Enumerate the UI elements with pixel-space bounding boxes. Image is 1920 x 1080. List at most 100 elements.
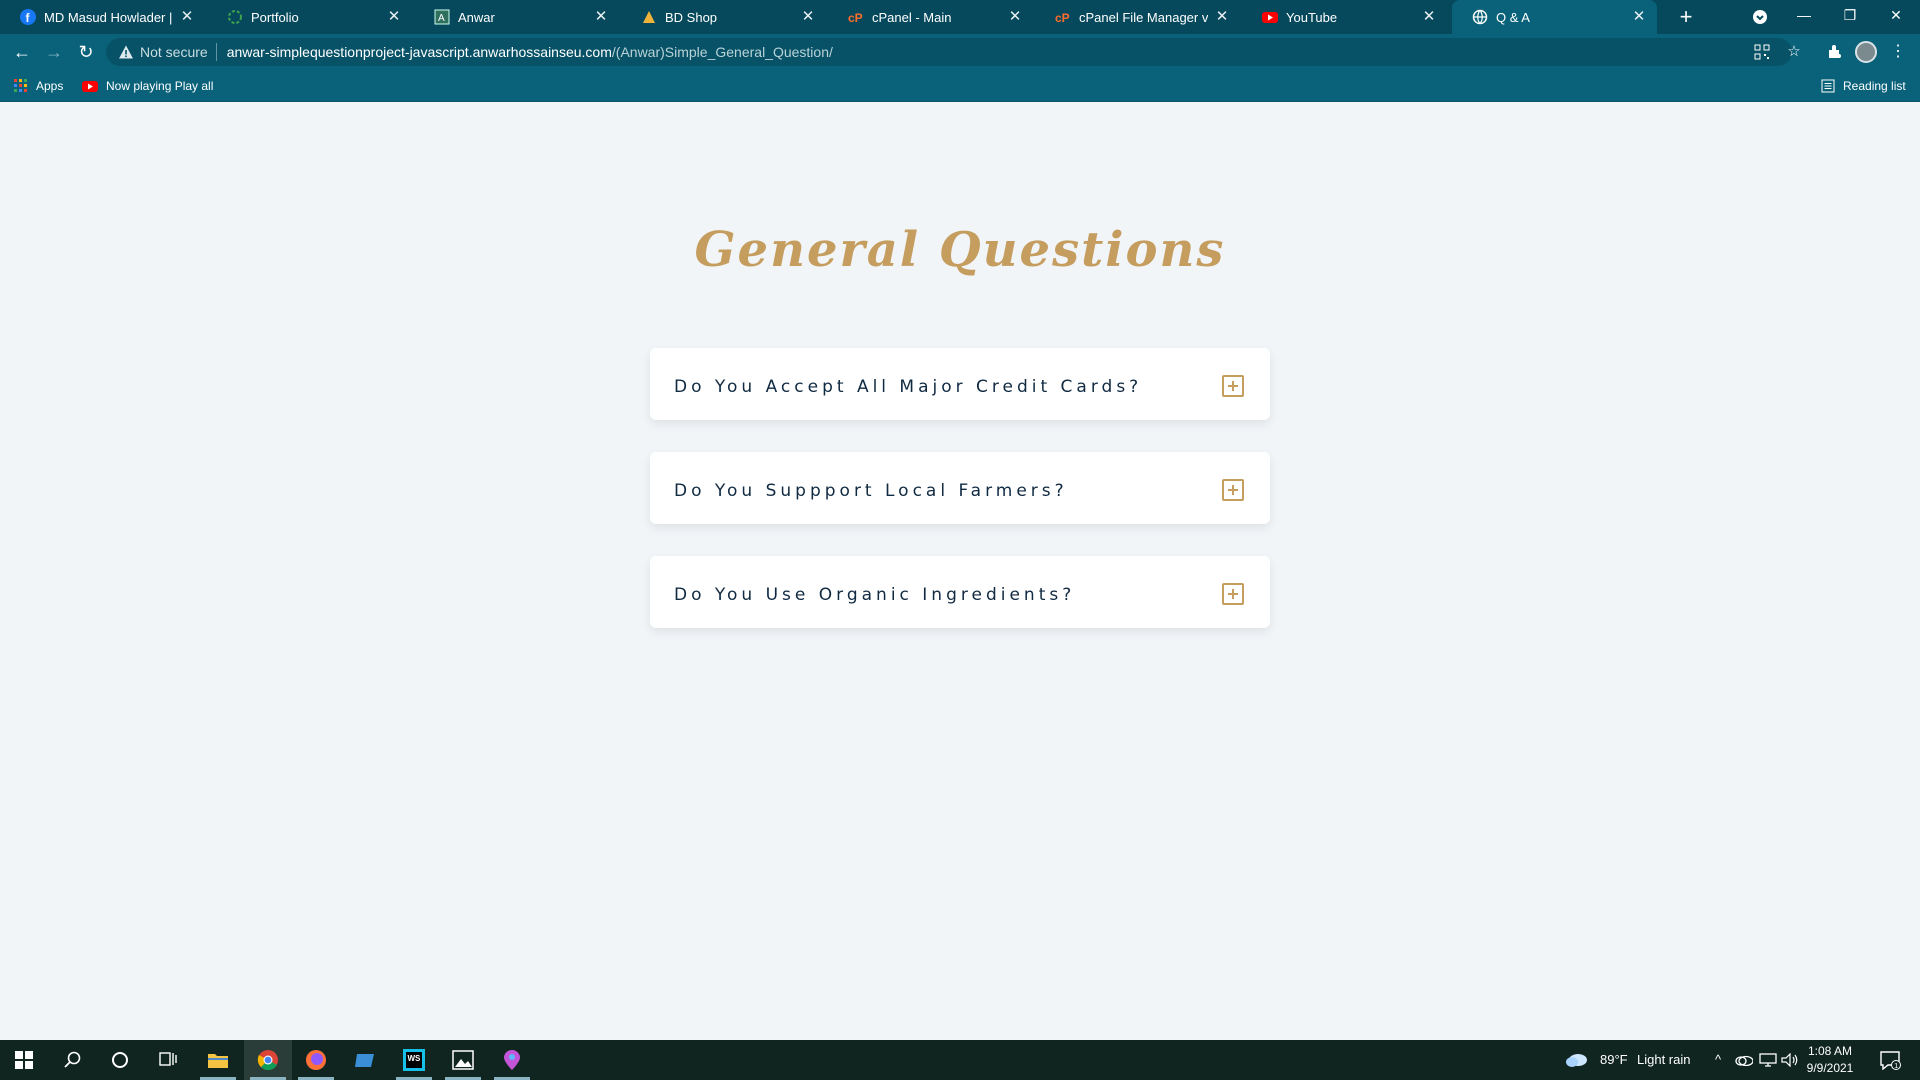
url-path[interactable]: /(Anwar)Simple_General_Question/ [612,44,833,60]
globe-icon [1472,9,1488,25]
bookmark-now-playing-label: Now playing Play all [106,79,214,93]
question-card[interactable]: Do You Accept All Major Credit Cards? [650,348,1270,420]
clock-time: 1:08 AM [1807,1044,1853,1058]
photos-icon[interactable] [439,1040,487,1080]
tab-bd-shop[interactable]: BD Shop ✕ [621,0,826,34]
image-icon: A [434,9,450,25]
tab-label: Anwar [458,9,495,25]
close-tab-icon[interactable]: ✕ [1214,9,1230,25]
plus-square-icon[interactable] [1222,479,1244,501]
leaf-icon [227,9,243,25]
question-text: Do You Suppport Local Farmers? [674,481,1068,501]
tab-youtube[interactable]: YouTube ✕ [1242,0,1447,34]
page-content: General Questions Do You Accept All Majo… [0,102,1920,1040]
bookmark-now-playing[interactable]: Now playing Play all [82,70,213,102]
tab-search-icon[interactable] [1737,0,1783,34]
plus-square-icon[interactable] [1222,375,1244,397]
bookmarks-bar: Apps Now playing Play all Reading list [0,70,1920,102]
shop-icon [641,9,657,25]
tab-label: MD Masud Howlader | Facebook [44,9,173,25]
maps-pin-icon[interactable] [488,1040,536,1080]
search-icon[interactable] [48,1040,96,1080]
onedrive-icon[interactable] [1732,1040,1756,1080]
facebook-icon: f [20,9,36,25]
profile-avatar[interactable] [1855,41,1877,63]
youtube-icon [1262,9,1278,25]
app-folder-icon[interactable] [341,1040,389,1080]
cpanel-icon: cP [1055,9,1071,25]
close-tab-icon[interactable]: ✕ [179,9,195,25]
svg-text:A: A [438,13,445,24]
reading-list-icon [1821,79,1835,93]
youtube-icon [82,78,98,94]
tab-strip: f MD Masud Howlader | Facebook ✕ Portfol… [0,0,1920,34]
question-card[interactable]: Do You Use Organic Ingredients? [650,556,1270,628]
more-menu-icon[interactable]: ⋮ [1884,38,1912,66]
address-bar[interactable]: Not secure anwar-simplequestionproject-j… [106,38,1792,66]
notification-count: 1 [1894,1063,1898,1070]
url-host[interactable]: anwar-simplequestionproject-javascript.a… [227,44,612,60]
tab-label: BD Shop [665,9,718,25]
question-text: Do You Accept All Major Credit Cards? [674,377,1143,397]
bookmark-star-icon[interactable]: ☆ [1786,44,1802,60]
tab-cpanel-main[interactable]: cP cPanel - Main ✕ [828,0,1033,34]
chevron-up-icon[interactable]: ^ [1706,1040,1730,1080]
url-divider [215,43,217,61]
page-title: General Questions [694,222,1226,278]
tab-facebook[interactable]: f MD Masud Howlader | Facebook ✕ [0,0,205,34]
extensions-icon[interactable] [1820,38,1848,66]
tab-qa[interactable]: Q & A ✕ [1452,0,1657,34]
tab-label: cPanel File Manager v3 [1079,9,1208,25]
tab-cpanel-file-manager[interactable]: cP cPanel File Manager v3 ✕ [1035,0,1240,34]
file-explorer-icon[interactable] [194,1040,242,1080]
security-status[interactable]: Not secure [140,44,208,60]
warning-icon[interactable] [118,44,134,60]
qr-code-icon[interactable] [1754,44,1770,60]
webstorm-icon[interactable]: WS [390,1040,438,1080]
restore-icon[interactable]: ❐ [1827,0,1873,34]
cpanel-icon: cP [848,9,864,25]
bookmark-apps[interactable]: Apps [14,70,63,102]
volume-icon[interactable] [1778,1040,1802,1080]
back-icon[interactable]: ← [8,38,36,66]
close-tab-icon[interactable]: ✕ [800,9,816,25]
network-icon[interactable] [1756,1040,1780,1080]
chrome-icon[interactable] [244,1040,292,1080]
weather-cloud-icon[interactable] [1558,1040,1594,1080]
new-tab-button[interactable]: + [1672,0,1700,34]
tab-label: YouTube [1286,9,1338,25]
close-tab-icon[interactable]: ✕ [593,9,609,25]
question-card[interactable]: Do You Suppport Local Farmers? [650,452,1270,524]
minimize-icon[interactable]: — [1781,0,1827,34]
clock-date: 9/9/2021 [1806,1061,1854,1075]
tab-label: Portfolio [251,9,299,25]
tab-label: cPanel - Main [872,9,952,25]
reload-icon[interactable]: ↻ [72,38,100,66]
close-window-icon[interactable]: ✕ [1873,0,1919,34]
tab-label: Q & A [1496,9,1530,25]
notification-center-icon[interactable]: 1 [1868,1040,1912,1080]
svg-text:WS: WS [408,1054,422,1063]
apps-grid-icon [14,79,28,93]
windows-start-icon[interactable] [0,1040,48,1080]
question-text: Do You Use Organic Ingredients? [674,585,1076,605]
svg-text:cP: cP [1055,11,1070,25]
windows-taskbar: WS 89°F Light rain ^ 1:08 AM 9/9/2021 1 [0,1040,1920,1080]
weather-condition[interactable]: Light rain [1637,1040,1690,1080]
task-view-icon[interactable] [144,1040,192,1080]
bookmark-apps-label: Apps [36,79,64,93]
tab-portfolio[interactable]: Portfolio ✕ [207,0,412,34]
tab-anwar[interactable]: A Anwar ✕ [414,0,619,34]
close-tab-icon[interactable]: ✕ [386,9,402,25]
cortana-icon[interactable] [96,1040,144,1080]
close-tab-icon[interactable]: ✕ [1421,9,1437,25]
close-tab-icon[interactable]: ✕ [1007,9,1023,25]
weather-temp[interactable]: 89°F [1600,1040,1628,1080]
plus-square-icon[interactable] [1222,583,1244,605]
close-tab-icon[interactable]: ✕ [1631,9,1647,25]
svg-text:cP: cP [848,11,863,25]
system-clock[interactable]: 1:08 AM 9/9/2021 [1800,1043,1860,1077]
forward-icon[interactable]: → [40,38,68,66]
reading-list-button[interactable]: Reading list [1821,70,1906,102]
firefox-icon[interactable] [292,1040,340,1080]
